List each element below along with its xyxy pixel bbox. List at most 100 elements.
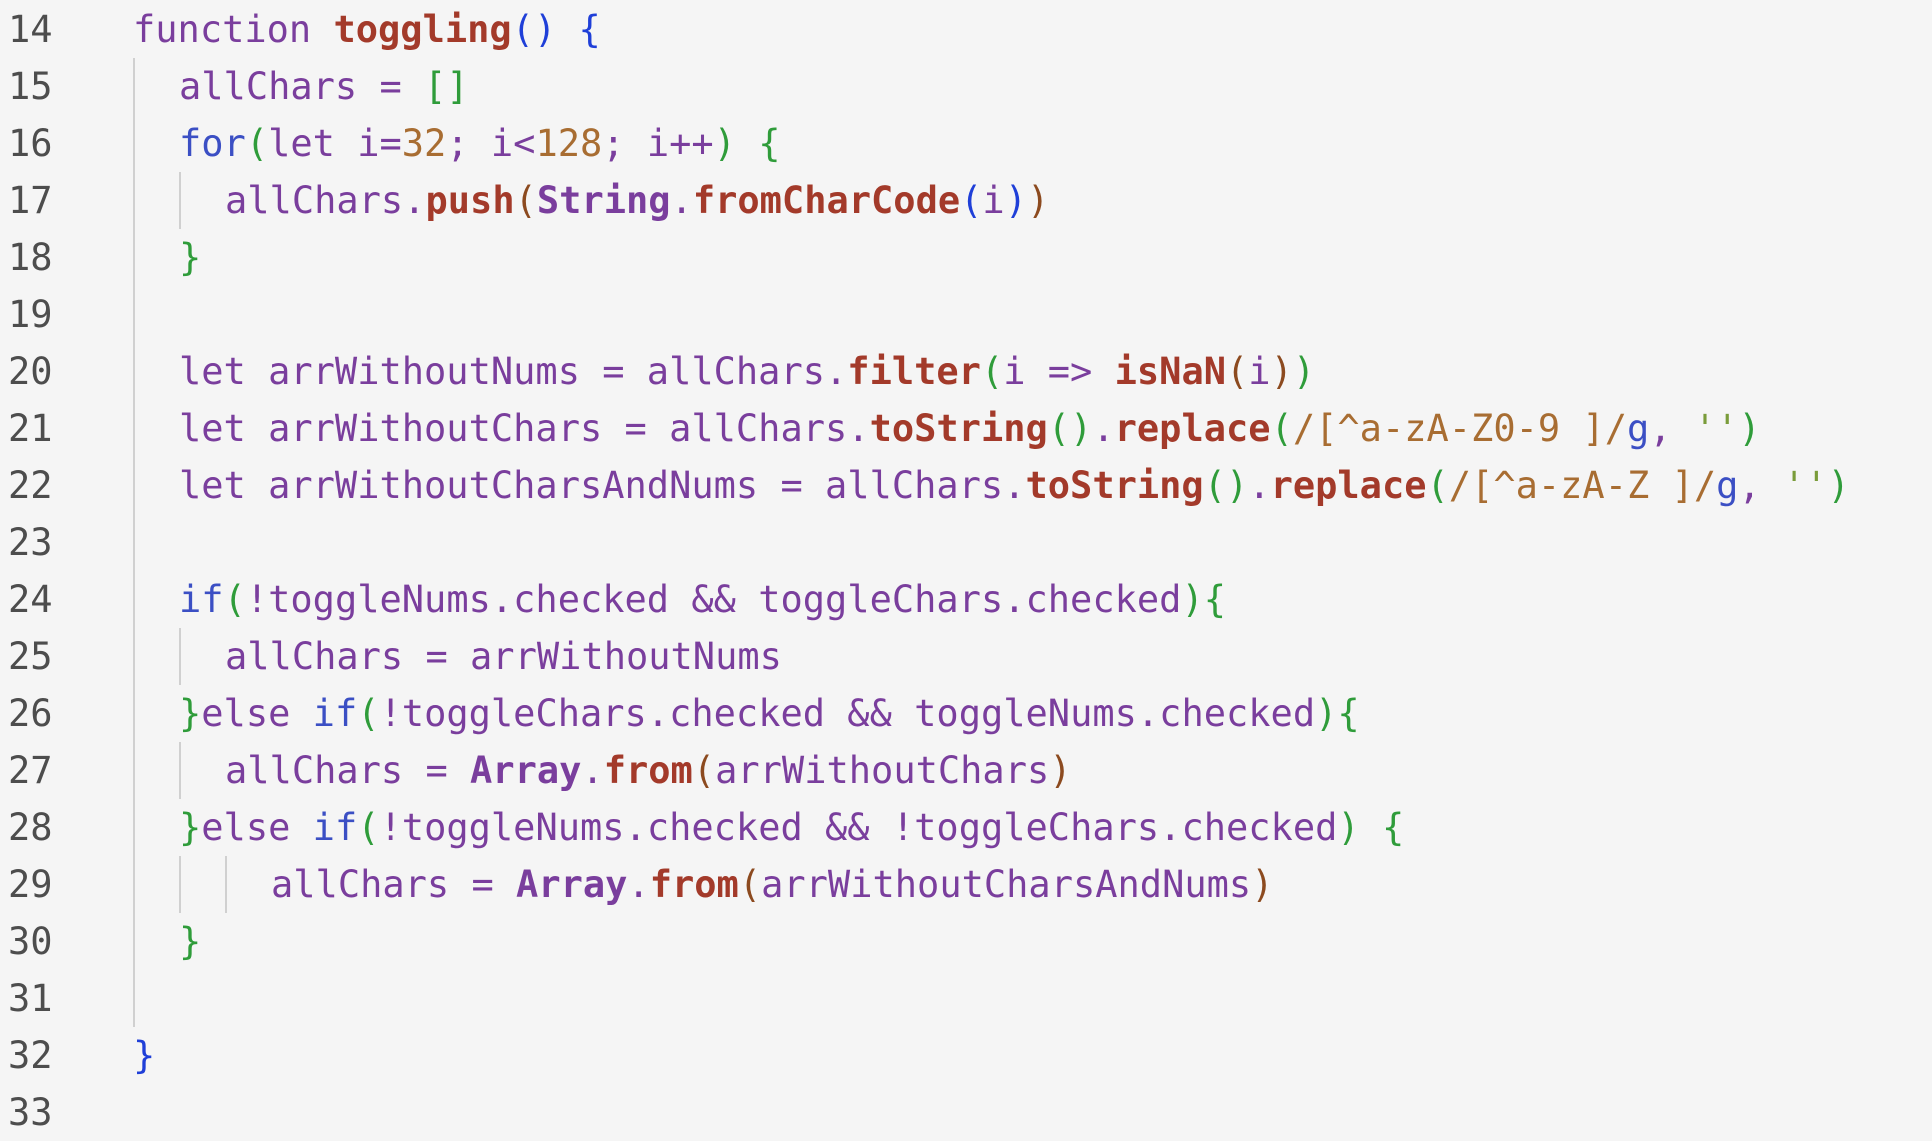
line-number: 15	[8, 65, 53, 108]
code-line[interactable]: 17 allChars.push(String.fromCharCode(i))	[0, 172, 1932, 229]
code-token: (	[1270, 407, 1293, 450]
code-token: .	[825, 350, 848, 393]
code-token: isNaN	[1114, 350, 1227, 393]
indent-guide	[133, 229, 135, 286]
indent-guide	[225, 856, 227, 913]
code-token: .	[1092, 407, 1115, 450]
line-content: let arrWithoutNums = allChars.filter(i =…	[179, 343, 1315, 400]
code-token: i	[1248, 350, 1271, 393]
code-token: /[^a-zA-Z ]/	[1448, 464, 1717, 507]
code-token: (	[357, 692, 380, 735]
code-token: replace	[1114, 407, 1271, 450]
line-content: }else if(!toggleNums.checked && !toggleC…	[179, 799, 1404, 856]
code-token: toString	[869, 407, 1048, 450]
code-token: {	[758, 122, 781, 165]
line-content: allChars = arrWithoutNums	[225, 628, 782, 685]
code-token: else	[201, 806, 313, 849]
code-line[interactable]: 33	[0, 1084, 1932, 1141]
indent-guide	[133, 286, 135, 343]
code-token: if	[179, 578, 224, 621]
code-token: if	[312, 692, 358, 735]
code-token: (	[980, 350, 1004, 393]
code-token: g	[1716, 464, 1739, 507]
code-token: }	[133, 1034, 156, 1077]
code-line[interactable]: 16 for(let i=32; i<128; i++) {	[0, 115, 1932, 172]
indent-guide	[133, 457, 135, 514]
code-line[interactable]: 14 function toggling() {	[0, 1, 1932, 58]
code-line[interactable]: 18}	[0, 229, 1932, 286]
line-content: if(!toggleNums.checked && toggleChars.ch…	[179, 571, 1226, 628]
code-token: )	[1251, 863, 1274, 906]
indent-guide	[133, 400, 135, 457]
code-editor[interactable]: 14 function toggling() {15 allChars = [] 16…	[0, 0, 1932, 1134]
code-line[interactable]: 19	[0, 286, 1932, 343]
code-token: )	[1315, 692, 1338, 735]
code-token: )	[1181, 578, 1204, 621]
code-line[interactable]: 30}	[0, 913, 1932, 970]
code-token: ,	[1738, 464, 1783, 507]
code-line[interactable]: 24 if(!toggleNums.checked && toggleChars.…	[0, 571, 1932, 628]
code-token: toString	[1025, 464, 1204, 507]
line-number: 14	[8, 8, 53, 51]
code-line[interactable]: 32}	[0, 1027, 1932, 1084]
code-line[interactable]: 21 let arrWithoutChars = allChars.toStrin…	[0, 400, 1932, 457]
code-token: )	[1292, 350, 1316, 393]
code-token: from	[603, 749, 693, 792]
code-token: filter	[847, 350, 981, 393]
code-token: .	[581, 749, 604, 792]
code-token: Array	[470, 749, 582, 792]
indent-guide	[133, 970, 135, 1027]
code-token: let arrWithoutNums = allChars	[179, 350, 826, 393]
code-token: from	[649, 863, 739, 906]
code-token: allChars = arrWithoutNums	[225, 635, 782, 678]
code-token: toggling	[333, 8, 512, 51]
code-token: }	[179, 920, 202, 963]
code-token: {	[1337, 692, 1360, 735]
code-token: ()	[511, 8, 557, 51]
line-number: 29	[8, 863, 53, 906]
indent-guide	[133, 685, 135, 742]
code-token: .	[627, 863, 650, 906]
code-token: (	[738, 863, 762, 906]
code-line[interactable]: 25 allChars = arrWithoutNums	[0, 628, 1932, 685]
line-number: 31	[8, 977, 53, 1020]
code-token: )	[1004, 179, 1027, 222]
code-line[interactable]: 29 allChars = Array.from(arrWithoutCharsA…	[0, 856, 1932, 913]
code-line[interactable]: 23	[0, 514, 1932, 571]
indent-guide	[179, 856, 181, 913]
code-token: (	[1226, 350, 1249, 393]
code-token: else	[201, 692, 313, 735]
code-line[interactable]: 22 let arrWithoutCharsAndNums = allChars.…	[0, 457, 1932, 514]
code-line[interactable]: 28}else if(!toggleNums.checked && !toggl…	[0, 799, 1932, 856]
code-token: )	[1049, 749, 1072, 792]
code-token: !toggleNums.checked && !toggleChars.chec…	[379, 806, 1338, 849]
indent-guide	[133, 514, 135, 571]
code-token: (	[960, 179, 983, 222]
line-number: 25	[8, 635, 53, 678]
code-token: ()	[1203, 464, 1249, 507]
code-token: (	[514, 179, 537, 222]
line-number: 30	[8, 920, 53, 963]
code-token: (	[223, 578, 246, 621]
code-line[interactable]: 20 let arrWithoutNums = allChars.filter(i…	[0, 343, 1932, 400]
code-token: arrWithoutChars	[715, 749, 1050, 792]
indent-guide	[133, 571, 135, 628]
line-number: 20	[8, 350, 53, 393]
line-content: allChars = Array.from(arrWithoutCharsAnd…	[271, 856, 1273, 913]
code-token: let arrWithoutCharsAndNums = allChars	[179, 464, 1004, 507]
indent-guide	[133, 343, 135, 400]
code-token: (	[1426, 464, 1449, 507]
code-token: replace	[1270, 464, 1427, 507]
code-line[interactable]: 31	[0, 970, 1932, 1027]
code-line[interactable]: 26}else if(!toggleChars.checked && toggl…	[0, 685, 1932, 742]
code-token: ()	[1047, 407, 1093, 450]
line-content: }	[133, 1027, 155, 1084]
line-number: 18	[8, 236, 53, 279]
code-line[interactable]: 15 allChars = []	[0, 58, 1932, 115]
code-line[interactable]: 27 allChars = Array.from(arrWithoutChars)	[0, 742, 1932, 799]
code-token: allChars	[225, 179, 404, 222]
code-token: let i=	[268, 122, 402, 165]
line-content: }else if(!toggleChars.checked && toggleN…	[179, 685, 1360, 742]
line-number: 32	[8, 1034, 53, 1077]
